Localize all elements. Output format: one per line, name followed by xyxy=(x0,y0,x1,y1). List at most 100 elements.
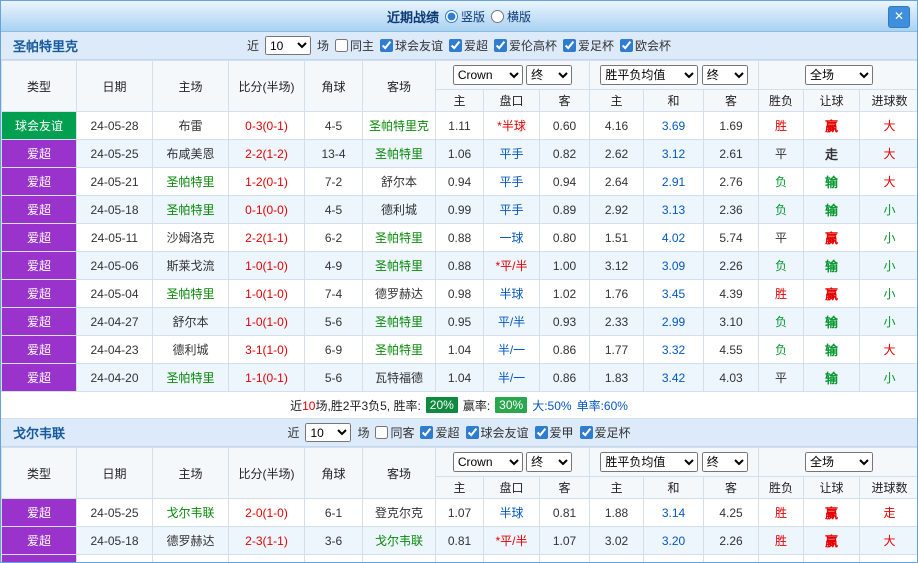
away-team[interactable]: 戈尔韦联 xyxy=(363,527,436,555)
result-handicap: 走 xyxy=(804,140,860,168)
match-count-select[interactable]: 10 xyxy=(305,423,351,442)
team-name: 戈尔韦联 xyxy=(13,423,65,442)
avg-draw-odds: 3.14 xyxy=(644,499,704,527)
match-date: 24-05-11 xyxy=(77,555,153,563)
same-venue-filter[interactable]: 同主 xyxy=(335,37,374,54)
odds-line: 半球 xyxy=(484,499,540,527)
scope-select[interactable]: 全场 xyxy=(805,452,873,472)
result-wdl: 负 xyxy=(759,336,804,364)
league-filter-checkbox[interactable] xyxy=(620,39,633,52)
home-team[interactable]: 德罗赫达 xyxy=(153,527,229,555)
league-filter-option[interactable]: 爱甲 xyxy=(535,424,574,441)
match-date: 24-05-18 xyxy=(77,196,153,224)
avg-odds-select[interactable]: 胜平负均值 xyxy=(600,65,698,85)
layout-horizontal-option[interactable]: 横版 xyxy=(491,8,531,25)
away-team[interactable]: 圣帕特里 xyxy=(363,336,436,364)
home-team[interactable]: 舒尔本 xyxy=(153,308,229,336)
away-team[interactable]: 圣帕特里 xyxy=(363,224,436,252)
away-team[interactable]: 德罗赫达 xyxy=(363,280,436,308)
league-filter-checkbox[interactable] xyxy=(420,426,433,439)
home-team[interactable]: 圣帕特里 xyxy=(153,364,229,392)
league-filter-option[interactable]: 爱超 xyxy=(420,424,459,441)
odds-home: 1.07 xyxy=(436,499,484,527)
league-type-badge: 爱超 xyxy=(2,527,77,555)
layout-vertical-option[interactable]: 竖版 xyxy=(445,8,485,25)
bookmaker-select[interactable]: Crown xyxy=(453,65,523,85)
corner-count: 5-3 xyxy=(305,555,363,563)
away-team[interactable]: 登克尔克 xyxy=(363,499,436,527)
scope-select[interactable]: 全场 xyxy=(805,65,873,85)
match-row: 爱超 24-04-23 德利城 3-1(1-0) 6-9 圣帕特里 1.04 半… xyxy=(2,336,918,364)
bookmaker-select[interactable]: Crown xyxy=(453,452,523,472)
score: 0-3(0-1) xyxy=(229,112,305,140)
avg-final-select[interactable]: 终 xyxy=(702,65,748,85)
away-team[interactable]: 圣帕特里 xyxy=(363,252,436,280)
away-team[interactable]: 瓦特福德 xyxy=(363,364,436,392)
league-type-badge: 爱超 xyxy=(2,364,77,392)
vertical-radio[interactable] xyxy=(445,10,458,23)
home-team[interactable]: 德利城 xyxy=(153,336,229,364)
match-date: 24-04-20 xyxy=(77,364,153,392)
home-team[interactable]: 布咸美恩 xyxy=(153,140,229,168)
same-venue-checkbox[interactable] xyxy=(335,39,348,52)
league-filter-checkbox[interactable] xyxy=(494,39,507,52)
odds-away: 1.07 xyxy=(540,527,590,555)
home-team[interactable]: 斯莱戈流 xyxy=(153,252,229,280)
horizontal-radio[interactable] xyxy=(491,10,504,23)
home-team[interactable]: 圣帕特里 xyxy=(153,280,229,308)
away-team[interactable]: 舒尔本 xyxy=(363,168,436,196)
league-filter-label: 爱甲 xyxy=(550,424,574,441)
league-type-badge: 爱超 xyxy=(2,555,77,563)
league-filter-option[interactable]: 爱超 xyxy=(449,37,488,54)
summary-text: 近10场,胜2平3负5, 胜率: xyxy=(290,397,421,414)
result-goals: 大 xyxy=(860,168,918,196)
away-team[interactable]: 圣帕特里克 xyxy=(363,112,436,140)
league-filter-option[interactable]: 爱足杯 xyxy=(563,37,614,54)
home-team[interactable]: 沙姆洛克 xyxy=(153,224,229,252)
league-filter-checkbox[interactable] xyxy=(535,426,548,439)
avg-group-header: 胜平负均值 终 xyxy=(590,61,759,90)
league-filter-option[interactable]: 爱伦高杯 xyxy=(494,37,557,54)
league-filter-checkbox[interactable] xyxy=(380,39,393,52)
away-team[interactable]: 德利城 xyxy=(363,196,436,224)
league-filter-option[interactable]: 爱足杯 xyxy=(580,424,631,441)
final-odds-select[interactable]: 终 xyxy=(526,452,572,472)
home-team[interactable]: 戈尔韦联 xyxy=(153,555,229,563)
recent-results-window: 近期战绩 竖版 横版 ✕ 圣帕特里克 近 10 场 同主 球会友谊爱超爱伦高杯爱… xyxy=(0,0,918,563)
match-count-select[interactable]: 10 xyxy=(265,36,311,55)
corner-count: 6-1 xyxy=(305,499,363,527)
handicap-rate-badge: 30% xyxy=(495,397,527,413)
away-team[interactable]: 斯莱戈流 xyxy=(363,555,436,563)
match-date: 24-05-28 xyxy=(77,112,153,140)
home-team[interactable]: 布雷 xyxy=(153,112,229,140)
avg-home-odds: 4.16 xyxy=(590,112,644,140)
avg-draw-odds: 3.20 xyxy=(644,527,704,555)
league-filter-label: 球会友谊 xyxy=(395,37,443,54)
result-handicap: 赢 xyxy=(804,499,860,527)
league-filter-option[interactable]: 球会友谊 xyxy=(466,424,529,441)
avg-home-odds: 3.02 xyxy=(590,527,644,555)
same-venue-checkbox[interactable] xyxy=(375,426,388,439)
avg-odds-select[interactable]: 胜平负均值 xyxy=(600,452,698,472)
odds-home: 1.04 xyxy=(436,364,484,392)
result-handicap: 赢 xyxy=(804,527,860,555)
final-odds-select[interactable]: 终 xyxy=(526,65,572,85)
league-filter-checkbox[interactable] xyxy=(466,426,479,439)
col-avg-home-header: 主 xyxy=(590,90,644,112)
result-goals: 小 xyxy=(860,308,918,336)
home-team[interactable]: 圣帕特里 xyxy=(153,168,229,196)
away-team[interactable]: 圣帕特里 xyxy=(363,308,436,336)
home-team[interactable]: 圣帕特里 xyxy=(153,196,229,224)
league-filter-option[interactable]: 欧会杯 xyxy=(620,37,671,54)
league-filter-checkbox[interactable] xyxy=(563,39,576,52)
home-team[interactable]: 戈尔韦联 xyxy=(153,499,229,527)
odds-away: 0.86 xyxy=(540,364,590,392)
league-filter-checkbox[interactable] xyxy=(580,426,593,439)
avg-home-odds: 2.64 xyxy=(590,168,644,196)
league-filter-checkbox[interactable] xyxy=(449,39,462,52)
close-button[interactable]: ✕ xyxy=(888,6,910,28)
same-venue-filter[interactable]: 同客 xyxy=(375,424,414,441)
avg-final-select[interactable]: 终 xyxy=(702,452,748,472)
away-team[interactable]: 圣帕特里 xyxy=(363,140,436,168)
league-filter-option[interactable]: 球会友谊 xyxy=(380,37,443,54)
